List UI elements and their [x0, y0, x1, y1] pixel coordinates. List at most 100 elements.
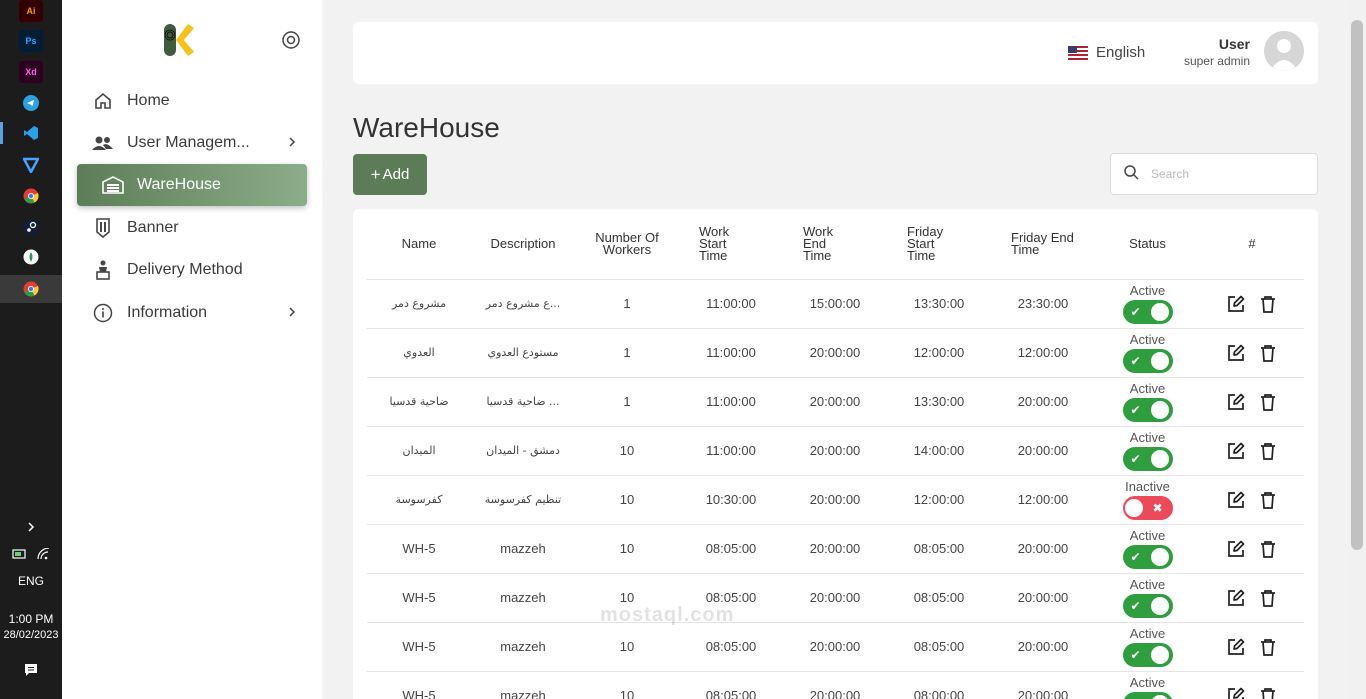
delete-icon[interactable]: [1258, 441, 1278, 461]
col-description[interactable]: Description: [471, 209, 575, 280]
delete-icon[interactable]: [1258, 343, 1278, 363]
chrome-active-icon[interactable]: [19, 278, 43, 300]
brand-logo[interactable]: [162, 22, 196, 58]
app-icon[interactable]: [19, 246, 43, 268]
watermark: mostaql.com: [600, 604, 735, 626]
language-selector[interactable]: English: [1068, 44, 1145, 61]
chevron-right-icon: [285, 305, 299, 319]
col-friday-end[interactable]: Friday End Time: [991, 209, 1095, 280]
cell-workers: 1: [575, 279, 679, 329]
col-name[interactable]: Name: [367, 209, 471, 280]
cell-friday-start: 08:05:00: [887, 622, 991, 672]
steam-icon[interactable]: [19, 216, 43, 238]
delete-icon[interactable]: [1258, 294, 1278, 314]
check-icon: ✔: [1130, 452, 1141, 466]
edit-icon[interactable]: [1226, 637, 1246, 657]
language-label: English: [1096, 44, 1146, 61]
battery-icon[interactable]: [10, 543, 30, 565]
warehouse-table: Name Description Number Of Workers Work …: [367, 209, 1304, 699]
cell-name: كفرسوسة: [367, 475, 471, 525]
sidebar-item-label: Delivery Method: [127, 261, 243, 278]
sidebar-item-label: User Managem...: [127, 134, 250, 151]
cell-friday-end: 20:00:00: [991, 671, 1095, 699]
status-toggle[interactable]: ✔: [1122, 643, 1173, 667]
col-work-end[interactable]: Work End Time: [783, 209, 887, 280]
cell-friday-end: 12:00:00: [991, 475, 1095, 525]
cell-actions: [1200, 328, 1304, 378]
cell-actions: [1200, 622, 1304, 672]
clock-time[interactable]: 1:00 PM: [0, 612, 62, 626]
vpn-icon[interactable]: [19, 154, 43, 176]
delete-icon[interactable]: [1258, 490, 1278, 510]
telegram-icon[interactable]: [19, 92, 43, 114]
sidebar-item-home[interactable]: Home: [77, 80, 307, 122]
cell-friday-end: 20:00:00: [991, 377, 1095, 427]
edit-icon[interactable]: [1226, 539, 1246, 559]
toggle-knob: [1150, 695, 1169, 699]
wifi-icon[interactable]: [34, 543, 54, 565]
cell-friday-end: 20:00:00: [991, 426, 1095, 476]
edit-icon[interactable]: [1226, 343, 1246, 363]
notifications-icon[interactable]: [19, 659, 43, 681]
clock-date[interactable]: 28/02/2023: [0, 629, 62, 641]
sidebar-item-user-management[interactable]: User Managem...: [77, 122, 307, 164]
col-workers[interactable]: Number Of Workers: [575, 209, 679, 280]
edit-icon[interactable]: [1226, 490, 1246, 510]
check-icon: ✔: [1130, 305, 1141, 319]
status-label: Active: [1129, 283, 1166, 298]
status-toggle[interactable]: ✔: [1122, 398, 1173, 422]
cell-actions: [1200, 475, 1304, 525]
edit-icon[interactable]: [1226, 441, 1246, 461]
delete-icon[interactable]: [1258, 588, 1278, 608]
xd-icon[interactable]: Xd: [19, 61, 43, 83]
col-friday-start[interactable]: Friday Start Time: [887, 209, 991, 280]
photoshop-icon[interactable]: Ps: [19, 30, 43, 52]
status-toggle[interactable]: ✔: [1122, 594, 1173, 618]
page-scrollbar[interactable]: [1349, 0, 1366, 699]
cell-name: مشروع دمر: [367, 279, 471, 329]
edit-icon[interactable]: [1226, 294, 1246, 314]
status-label: Inactive: [1125, 479, 1170, 494]
add-button[interactable]: + Add: [353, 154, 427, 195]
cell-status: Active ✔: [1095, 377, 1200, 427]
col-work-start[interactable]: Work Start Time: [679, 209, 783, 280]
cell-work-end: 20:00:00: [783, 573, 887, 623]
vscode-icon[interactable]: [19, 122, 43, 144]
sidebar-item-information[interactable]: Information: [77, 292, 307, 334]
delete-icon[interactable]: [1258, 539, 1278, 559]
cell-description: mazzeh: [471, 573, 575, 623]
status-toggle[interactable]: ✔: [1122, 447, 1173, 471]
edit-icon[interactable]: [1226, 392, 1246, 412]
search-input[interactable]: [1151, 167, 1301, 181]
cell-name: ضاحية قدسيا: [367, 377, 471, 427]
sidebar-item-banner[interactable]: Banner: [77, 207, 307, 249]
sidebar-item-warehouse[interactable]: WareHouse: [77, 164, 307, 206]
cell-workers: 1: [575, 377, 679, 427]
illustrator-icon[interactable]: Ai: [19, 0, 43, 22]
cell-description: مستودع العدوي: [471, 328, 575, 378]
edit-icon[interactable]: [1226, 686, 1246, 699]
col-status[interactable]: Status: [1095, 209, 1200, 280]
cell-name: WH-5: [367, 573, 471, 623]
cell-status: Active ✔: [1095, 524, 1200, 574]
input-language[interactable]: ENG: [0, 574, 62, 588]
sidebar-item-delivery-method[interactable]: Delivery Method: [77, 249, 307, 291]
delete-icon[interactable]: [1258, 637, 1278, 657]
delete-icon[interactable]: [1258, 686, 1278, 699]
status-toggle[interactable]: ✔: [1122, 349, 1173, 373]
status-toggle[interactable]: ✔: [1122, 692, 1173, 699]
search-box[interactable]: [1110, 153, 1318, 195]
status-toggle[interactable]: ✔: [1122, 545, 1173, 569]
sidebar-toggle-icon[interactable]: [281, 30, 301, 50]
user-info[interactable]: User super admin: [1184, 36, 1250, 68]
status-toggle[interactable]: ✖: [1122, 496, 1173, 520]
col-actions: #: [1200, 209, 1304, 280]
delete-icon[interactable]: [1258, 392, 1278, 412]
avatar[interactable]: [1264, 31, 1304, 71]
chrome-icon[interactable]: [19, 185, 43, 207]
cell-friday-start: 14:00:00: [887, 426, 991, 476]
status-toggle[interactable]: ✔: [1122, 300, 1173, 324]
scrollbar-thumb[interactable]: [1351, 20, 1363, 550]
chevron-right-icon[interactable]: [19, 516, 43, 538]
edit-icon[interactable]: [1226, 588, 1246, 608]
